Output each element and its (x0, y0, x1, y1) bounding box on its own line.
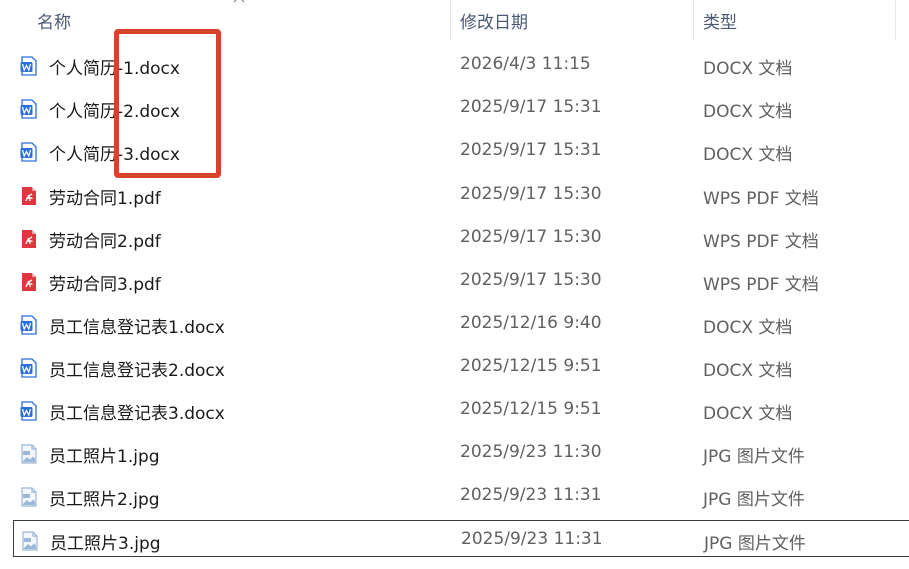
word-doc-icon (20, 315, 38, 335)
column-header-name[interactable]: 名称 (37, 8, 71, 33)
word-doc-icon (20, 358, 38, 378)
column-divider[interactable] (693, 0, 694, 40)
file-type: WPS PDF 文档 (703, 232, 819, 252)
file-name: 劳动合同3.pdf (49, 275, 161, 295)
file-modified-date: 2025/9/17 15:31 (460, 97, 602, 117)
file-name: 员工照片1.jpg (49, 447, 160, 467)
file-name: 个人简历-1.docx (49, 59, 180, 79)
word-doc-icon (20, 99, 38, 119)
file-row[interactable]: 员工照片3.jpg 2025/9/23 11:31 JPG 图片文件 (13, 520, 909, 557)
file-type: JPG 图片文件 (704, 534, 806, 554)
file-type: WPS PDF 文档 (703, 189, 819, 209)
pdf-doc-icon (20, 272, 38, 292)
file-row[interactable]: 个人简历-3.docx 2025/9/17 15:31 DOCX 文档 (13, 132, 909, 169)
column-divider[interactable] (450, 0, 451, 40)
file-modified-date: 2025/9/17 15:31 (460, 140, 602, 160)
file-name: 个人简历-2.docx (49, 102, 180, 122)
file-row[interactable]: 员工信息登记表3.docx 2025/12/15 9:51 DOCX 文档 (13, 391, 909, 428)
file-name: 劳动合同1.pdf (49, 189, 161, 209)
word-doc-icon (20, 401, 38, 421)
file-name: 员工信息登记表2.docx (49, 361, 225, 381)
file-name: 员工照片3.jpg (50, 534, 161, 554)
file-modified-date: 2025/9/23 11:31 (461, 529, 603, 549)
column-header-type[interactable]: 类型 (703, 8, 737, 33)
jpg-image-icon (20, 487, 38, 507)
file-name: 员工照片2.jpg (49, 490, 160, 510)
file-row[interactable]: 个人简历-2.docx 2025/9/17 15:31 DOCX 文档 (13, 89, 909, 126)
file-modified-date: 2025/12/15 9:51 (460, 356, 602, 376)
file-row[interactable]: 劳动合同2.pdf 2025/9/17 15:30 WPS PDF 文档 (13, 219, 909, 256)
file-row[interactable]: 员工信息登记表2.docx 2025/12/15 9:51 DOCX 文档 (13, 348, 909, 385)
file-type: JPG 图片文件 (703, 447, 805, 467)
file-modified-date: 2026/4/3 11:15 (460, 54, 591, 74)
file-type: DOCX 文档 (703, 404, 793, 424)
file-name: 劳动合同2.pdf (49, 232, 161, 252)
file-modified-date: 2025/9/23 11:30 (460, 442, 602, 462)
pdf-doc-icon (20, 186, 38, 206)
sort-ascending-icon (233, 0, 245, 3)
column-header-date[interactable]: 修改日期 (460, 8, 528, 33)
file-type: DOCX 文档 (703, 318, 793, 338)
file-type: DOCX 文档 (703, 361, 793, 381)
word-doc-icon (20, 56, 38, 76)
file-type: WPS PDF 文档 (703, 275, 819, 295)
pdf-doc-icon (20, 229, 38, 249)
word-doc-icon (20, 142, 38, 162)
file-row[interactable]: 员工信息登记表1.docx 2025/12/16 9:40 DOCX 文档 (13, 305, 909, 342)
file-row[interactable]: 劳动合同3.pdf 2025/9/17 15:30 WPS PDF 文档 (13, 262, 909, 299)
file-row[interactable]: 员工照片1.jpg 2025/9/23 11:30 JPG 图片文件 (13, 434, 909, 471)
file-row[interactable]: 个人简历-1.docx 2026/4/3 11:15 DOCX 文档 (13, 46, 909, 83)
file-type: DOCX 文档 (703, 145, 793, 165)
column-header-bar: 名称 修改日期 类型 (0, 0, 909, 40)
file-modified-date: 2025/12/15 9:51 (460, 399, 602, 419)
file-modified-date: 2025/12/16 9:40 (460, 313, 602, 333)
file-modified-date: 2025/9/17 15:30 (460, 270, 602, 290)
file-row[interactable]: 劳动合同1.pdf 2025/9/17 15:30 WPS PDF 文档 (13, 176, 909, 213)
file-modified-date: 2025/9/23 11:31 (460, 485, 602, 505)
file-name: 员工信息登记表1.docx (49, 318, 225, 338)
file-row[interactable]: 员工照片2.jpg 2025/9/23 11:31 JPG 图片文件 (13, 477, 909, 514)
file-type: JPG 图片文件 (703, 490, 805, 510)
file-name: 个人简历-3.docx (49, 145, 180, 165)
file-name: 员工信息登记表3.docx (49, 404, 225, 424)
file-type: DOCX 文档 (703, 102, 793, 122)
column-divider[interactable] (895, 0, 896, 40)
jpg-image-icon (21, 531, 39, 551)
file-modified-date: 2025/9/17 15:30 (460, 227, 602, 247)
jpg-image-icon (20, 444, 38, 464)
file-type: DOCX 文档 (703, 59, 793, 79)
file-modified-date: 2025/9/17 15:30 (460, 184, 602, 204)
